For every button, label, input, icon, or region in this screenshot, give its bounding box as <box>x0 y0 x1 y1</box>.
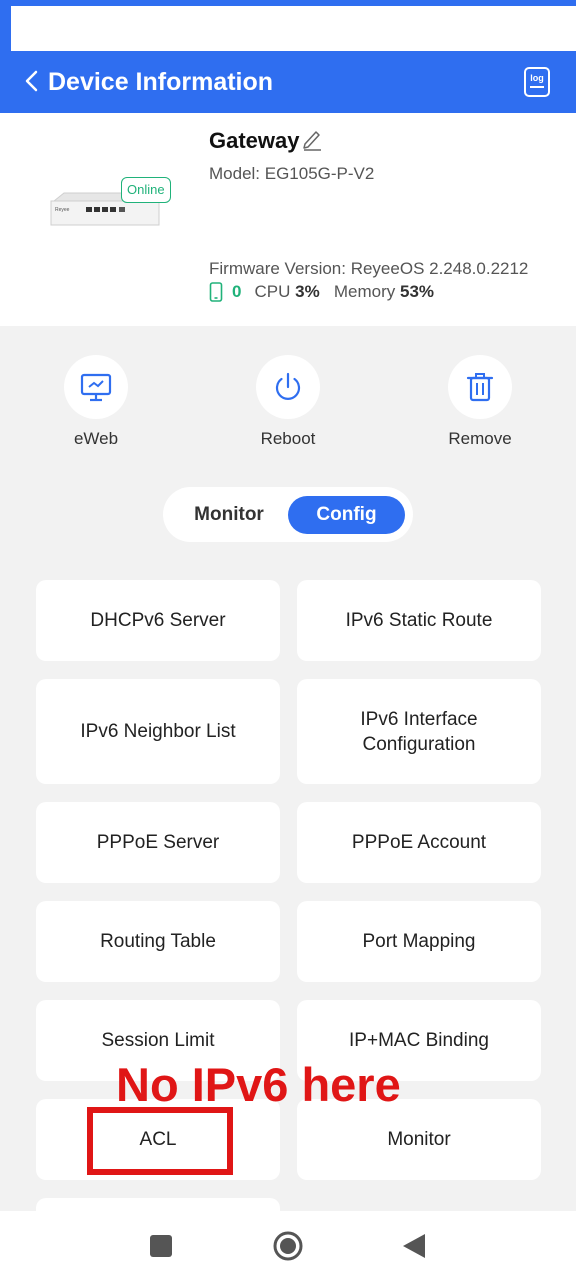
eweb-button[interactable]: eWeb <box>41 355 151 449</box>
system-nav-bar <box>0 1211 576 1280</box>
reboot-label: Reboot <box>260 429 316 448</box>
menu-routing-table[interactable]: Routing Table <box>36 901 280 982</box>
monitor-icon <box>80 373 112 402</box>
cpu-value: 3% <box>295 282 320 301</box>
brand-logo-text: Reyee <box>55 207 70 213</box>
cpu-label: CPU <box>254 282 291 301</box>
tab-switcher: Monitor Config <box>163 487 413 542</box>
eweb-circle[interactable] <box>64 355 128 419</box>
menu-port-mapping[interactable]: Port Mapping <box>297 901 541 982</box>
reboot-button[interactable]: Reboot <box>233 355 343 449</box>
recent-apps-icon[interactable] <box>149 1229 173 1263</box>
eweb-label: eWeb <box>73 429 119 448</box>
home-icon[interactable] <box>272 1229 304 1263</box>
tab-monitor[interactable]: Monitor <box>179 496 279 534</box>
menu-dhcpv6-server[interactable]: DHCPv6 Server <box>36 580 280 661</box>
firmware-version: Firmware Version: ReyeeOS 2.248.0.2212 <box>209 259 529 278</box>
phone-icon <box>209 282 223 302</box>
tab-config[interactable]: Config <box>288 496 405 534</box>
status-bar-area <box>11 6 576 51</box>
log-icon-label: log <box>530 73 544 83</box>
device-name: Gateway <box>209 128 300 153</box>
page-title: Device Information <box>48 68 274 96</box>
memory-label: Memory <box>333 282 396 301</box>
menu-pppoe-server[interactable]: PPPoE Server <box>36 802 280 883</box>
chevron-left-icon[interactable] <box>20 66 44 96</box>
reboot-circle[interactable] <box>256 355 320 419</box>
app-header: Device Information log <box>0 0 576 113</box>
trash-icon <box>466 373 494 402</box>
screen: Device Information log Reyee Online Gate… <box>0 0 576 1280</box>
annotation-highlight-box <box>87 1107 233 1175</box>
client-count: 0 <box>232 282 242 301</box>
back-triangle-icon[interactable] <box>401 1229 427 1263</box>
remove-circle[interactable] <box>448 355 512 419</box>
device-model: Model: EG105G-P-V2 <box>209 164 375 183</box>
log-icon[interactable]: log <box>523 66 551 98</box>
remove-label: Remove <box>448 429 512 448</box>
remove-button[interactable]: Remove <box>425 355 535 449</box>
device-info-card: Reyee Online Gateway Model: EG105G-P-V2 … <box>0 113 576 326</box>
annotation-text: No IPv6 here <box>116 1058 401 1111</box>
menu-pppoe-account[interactable]: PPPoE Account <box>297 802 541 883</box>
edit-pencil-icon[interactable] <box>301 127 323 151</box>
device-stats: 0 CPU 3% Memory 53% <box>209 282 434 302</box>
memory-value: 53% <box>400 282 435 301</box>
menu-ipv6-neighbor-list[interactable]: IPv6 Neighbor List <box>36 679 280 784</box>
menu-ipv6-static-route[interactable]: IPv6 Static Route <box>297 580 541 661</box>
online-status-badge: Online <box>121 177 171 203</box>
power-icon <box>275 372 301 400</box>
menu-ipv6-interface-configuration[interactable]: IPv6 Interface Configuration <box>297 679 541 784</box>
